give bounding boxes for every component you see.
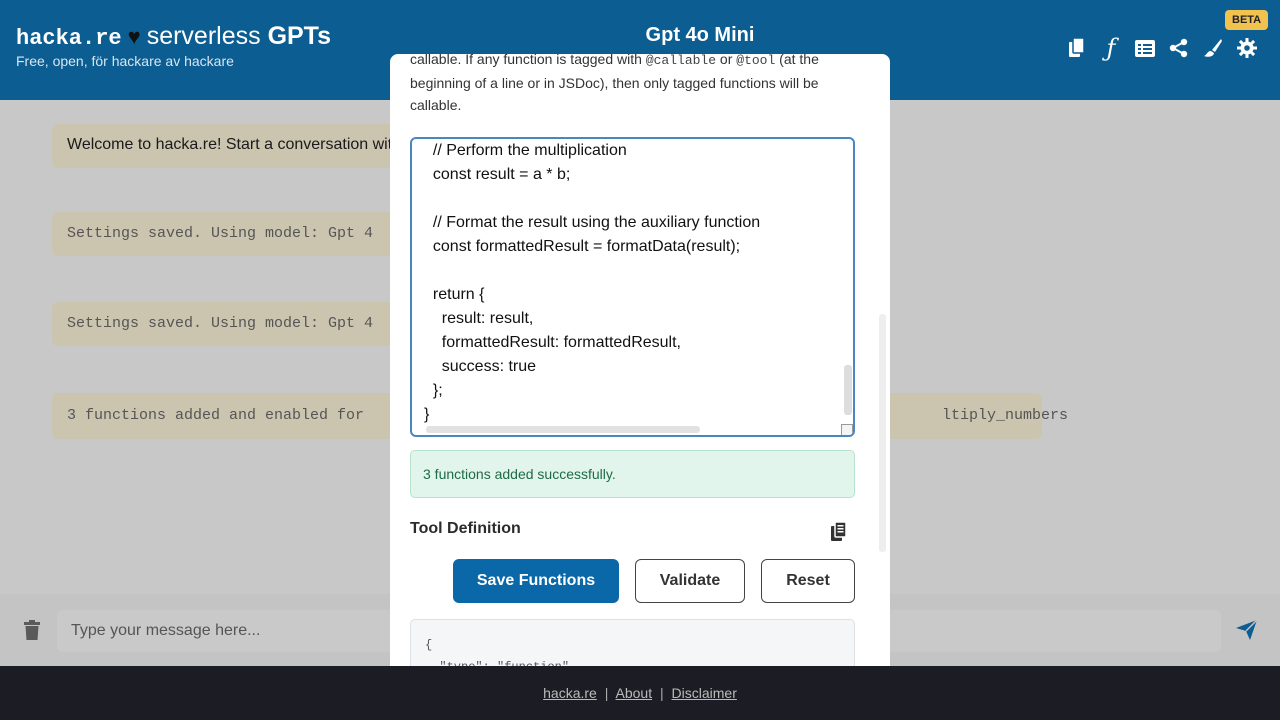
reset-button[interactable]: Reset [761,559,855,603]
code-line: const result = a * b; [424,166,571,183]
editor-vertical-scrollbar[interactable] [844,365,852,415]
code-line: return { [424,286,485,303]
code-line: result: result, [424,310,534,327]
code-line: const formattedResult = formatData(resul… [424,238,741,255]
footer-link-disclaimer[interactable]: Disclaimer [672,685,737,701]
save-functions-button[interactable]: Save Functions [453,559,619,603]
copy-icon[interactable] [1066,36,1088,60]
tool-definition-json: { "type": "function", [410,619,855,666]
share-icon[interactable] [1168,36,1190,60]
footer-link-about[interactable]: About [616,685,653,701]
footer-link-home[interactable]: hacka.re [543,685,597,701]
resize-handle-icon[interactable] [841,424,853,435]
code-line: success: true [424,358,537,375]
tool-definition-label: Tool Definition [410,520,521,537]
desc-text: or [716,54,737,67]
header-toolbar: ƒ [1066,34,1258,62]
chat-message: Settings saved. Using model: Gpt 4 [52,302,432,346]
copy-icon[interactable] [830,521,848,547]
trash-icon[interactable] [22,620,42,645]
code-line: } [424,406,430,423]
success-message: 3 functions added successfully. [410,450,855,498]
chat-message-text: 3 functions added and enabled for [67,407,365,424]
code-line: // Perform the multiplication [424,142,627,159]
code-line: formattedResult: formattedResult, [424,334,681,351]
footer-separator: | [659,685,664,701]
code-line: // Format the result using the auxiliary… [424,214,761,231]
chat-message: Settings saved. Using model: Gpt 4 [52,212,432,256]
settings-icon[interactable] [1236,36,1258,60]
send-icon[interactable] [1236,619,1258,645]
callable-tag: @callable [645,54,717,68]
theme-icon[interactable] [1202,36,1224,60]
tool-tag: @tool [736,54,776,68]
beta-badge: BETA [1225,10,1269,30]
code-line: }; [424,382,443,399]
function-icon[interactable]: ƒ [1100,34,1122,62]
editor-horizontal-scrollbar[interactable] [426,426,700,433]
function-calling-modal: callable. If any function is tagged with… [390,54,890,666]
footer: hacka.re | About | Disclaimer [0,666,1280,720]
footer-separator: | [604,685,609,701]
validate-button[interactable]: Validate [635,559,745,603]
tagline: Free, open, för hackare av hackare [16,53,234,69]
modal-description: callable. If any function is tagged with… [410,54,850,116]
prompts-icon[interactable] [1134,36,1156,60]
chat-message-tail: ltiply_numbers [942,407,1069,424]
code-content[interactable]: // Perform the multiplication const resu… [424,139,760,427]
function-code-editor[interactable]: // Perform the multiplication const resu… [410,137,855,437]
modal-scrollbar[interactable] [879,314,886,552]
desc-text: callable. If any function is tagged with [410,54,646,67]
